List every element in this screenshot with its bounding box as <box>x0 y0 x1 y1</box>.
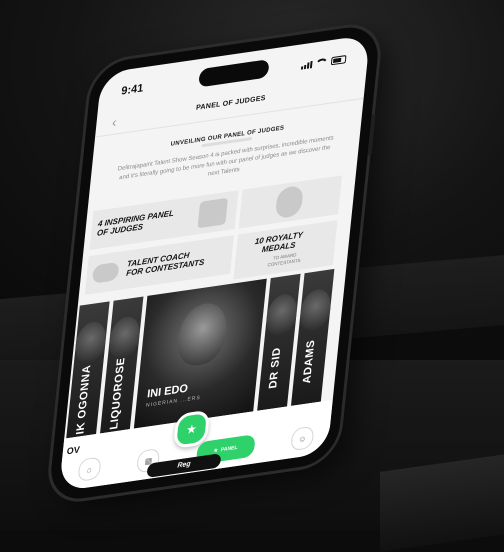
whistle-icon <box>91 261 120 284</box>
tab-home[interactable]: ⌂ <box>77 456 102 482</box>
overview-label: OV <box>66 444 81 457</box>
status-time: 9:41 <box>120 82 144 98</box>
judge-card-featured[interactable]: INI EDO NIGERIAN ...ERS <box>133 278 267 429</box>
medal-icon <box>274 184 304 220</box>
signal-icon <box>300 60 313 70</box>
tab-label: PANEL <box>220 444 238 454</box>
tab-user[interactable]: ☺ <box>290 425 315 452</box>
judge-name: ADAMS <box>301 338 318 385</box>
judge-name: IK OGONNA <box>74 363 94 436</box>
chair-icon <box>197 197 229 229</box>
judge-photo <box>73 319 108 365</box>
judge-photo <box>264 292 299 338</box>
home-icon: ⌂ <box>86 464 93 475</box>
phone-mockup: 9:41 ‹ PANEL OF JUDGES UNVEILING OUR PAN… <box>47 22 382 504</box>
judge-name: DR SID <box>267 346 284 390</box>
judge-name: LIQUOROSE <box>108 356 128 431</box>
status-icons <box>300 55 347 71</box>
wifi-icon <box>314 57 329 69</box>
user-icon: ☺ <box>297 433 307 444</box>
battery-icon <box>330 55 347 66</box>
phone-screen: 9:41 ‹ PANEL OF JUDGES UNVEILING OUR PAN… <box>58 34 371 492</box>
judge-photo <box>107 314 142 360</box>
judge-photo <box>298 287 333 333</box>
stat-card-medal <box>238 175 343 229</box>
judge-photo <box>175 300 230 369</box>
